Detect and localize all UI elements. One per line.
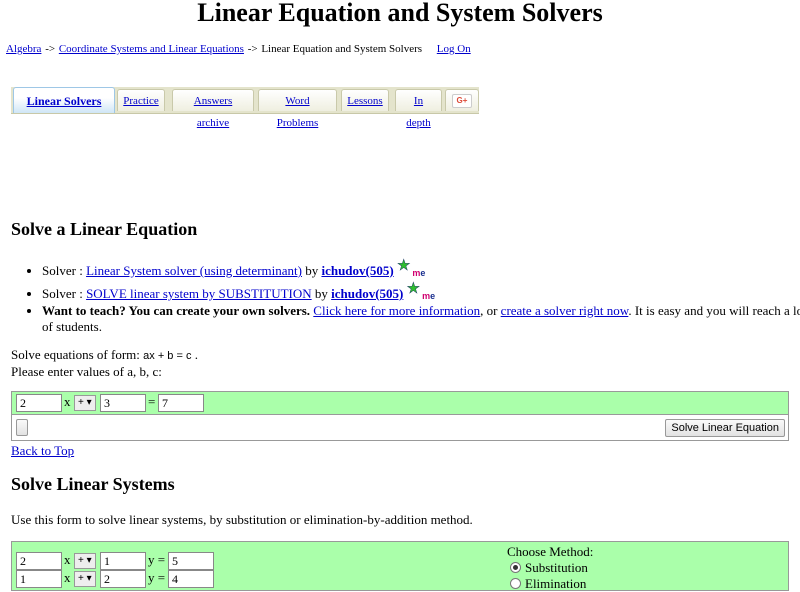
- solver-by: by: [301, 263, 322, 278]
- form-prefix: Solve equations of form:: [11, 347, 144, 362]
- solver-by: by: [311, 286, 332, 301]
- operator-value[interactable]: +: [78, 555, 84, 566]
- list-item: Want to teach? You can create your own s…: [42, 303, 800, 335]
- equals-label: =: [148, 394, 156, 409]
- solver-prefix: Solver :: [42, 263, 87, 278]
- solver-prefix: Solver :: [42, 286, 87, 301]
- row1-y-label: y =: [148, 552, 166, 567]
- tab-lessons[interactable]: Lessons: [341, 89, 389, 111]
- operator-select[interactable]: + ▾: [74, 395, 96, 411]
- row1-operator-select[interactable]: + ▾: [74, 553, 96, 569]
- breadcrumb: Algebra -> Coordinate Systems and Linear…: [6, 43, 471, 55]
- breadcrumb-link-coordinate-systems[interactable]: Coordinate Systems and Linear Equations: [59, 43, 244, 55]
- form-description: Solve equations of form: ax + b = c . Pl…: [11, 347, 198, 380]
- row1-x-label: x: [64, 552, 71, 567]
- form-instructions: Please enter values of a, b, c:: [11, 364, 162, 379]
- linear-system-form: x + ▾ y = x + ▾ y = Choose Method: Subst…: [11, 541, 789, 591]
- create-solver-link[interactable]: create a solver right now: [501, 303, 629, 318]
- row2-operator-select[interactable]: + ▾: [74, 571, 96, 587]
- method-elimination-option[interactable]: Elimination: [510, 576, 586, 592]
- breadcrumb-separator: ->: [45, 43, 56, 55]
- solve-linear-equation-button[interactable]: Solve Linear Equation: [665, 419, 785, 437]
- tab-practice[interactable]: Practice: [117, 89, 165, 111]
- blank-button[interactable]: [16, 419, 28, 436]
- me-badge-icon: me: [422, 291, 435, 301]
- more-information-link[interactable]: Click here for more information: [313, 303, 480, 318]
- row1-b-input[interactable]: [100, 552, 146, 570]
- author-link[interactable]: ichudov(505): [331, 286, 403, 301]
- coefficient-b-input[interactable]: [100, 394, 146, 412]
- teach-bold-text: Want to teach? You can create your own s…: [42, 303, 311, 318]
- row2-y-label: y =: [148, 570, 166, 585]
- method-substitution-label: Substitution: [525, 560, 588, 575]
- list-item: Solver : SOLVE linear system by SUBSTITU…: [42, 281, 800, 303]
- operator-value[interactable]: +: [78, 573, 84, 584]
- section-heading-linear-equation: Solve a Linear Equation: [11, 219, 198, 239]
- tab-in-depth[interactable]: In depth: [395, 89, 442, 129]
- choose-method-label: Choose Method:: [507, 544, 594, 559]
- tab-google-plus[interactable]: G+: [445, 89, 479, 111]
- tab-word-problems[interactable]: Word Problems: [258, 89, 337, 129]
- breadcrumb-link-algebra[interactable]: Algebra: [6, 43, 41, 55]
- author-link[interactable]: ichudov(505): [321, 263, 393, 278]
- radio-selected-icon[interactable]: [510, 562, 521, 573]
- equation-action-row: Solve Linear Equation: [11, 415, 789, 441]
- me-badge-icon: me: [412, 268, 425, 278]
- tab-label[interactable]: In depth: [406, 95, 430, 129]
- teach-mid-text: , or: [480, 303, 501, 318]
- chevron-down-icon: ▾: [86, 555, 92, 566]
- me-badge-e: e: [430, 291, 436, 301]
- form-suffix: .: [191, 347, 198, 362]
- solver-link-determinant[interactable]: Linear System solver (using determinant): [86, 263, 302, 278]
- operator-value[interactable]: +: [78, 397, 84, 408]
- section-heading-linear-systems: Solve Linear Systems: [11, 474, 175, 494]
- tab-answers-archive[interactable]: Answers archive: [172, 89, 254, 129]
- row2-a-input[interactable]: [16, 570, 62, 588]
- row2-x-label: x: [64, 570, 71, 585]
- row2-c-input[interactable]: [168, 570, 214, 588]
- chevron-down-icon: ▾: [86, 573, 92, 584]
- row1-c-input[interactable]: [168, 552, 214, 570]
- me-badge-m: m: [422, 291, 431, 301]
- star-icon: ★: [406, 281, 421, 298]
- page-title: Linear Equation and System Solvers: [197, 0, 603, 27]
- variable-x-label: x: [64, 394, 71, 409]
- breadcrumb-current: Linear Equation and System Solvers: [261, 43, 423, 55]
- back-to-top-link[interactable]: Back to Top: [11, 443, 74, 459]
- tab-label[interactable]: Linear Solvers: [27, 94, 102, 108]
- me-badge-e: e: [420, 268, 426, 278]
- radio-unselected-icon[interactable]: [510, 578, 521, 589]
- row1-a-input[interactable]: [16, 552, 62, 570]
- tab-linear-solvers[interactable]: Linear Solvers: [13, 87, 115, 113]
- list-item: Solver : Linear System solver (using det…: [42, 258, 800, 280]
- google-plus-icon[interactable]: G+: [452, 94, 472, 109]
- log-on-link[interactable]: Log On: [437, 43, 471, 55]
- row2-b-input[interactable]: [100, 570, 146, 588]
- tab-label[interactable]: Word Problems: [277, 95, 319, 129]
- formula: ax + b = c: [143, 350, 192, 362]
- coefficient-a-input[interactable]: [16, 394, 62, 412]
- systems-description: Use this form to solve linear systems, b…: [11, 512, 473, 527]
- method-elimination-label: Elimination: [525, 576, 587, 591]
- chevron-down-icon: ▾: [86, 397, 92, 408]
- solver-list: Solver : Linear System solver (using det…: [24, 258, 800, 335]
- coefficient-c-input[interactable]: [158, 394, 204, 412]
- tab-label[interactable]: Answers archive: [194, 95, 233, 129]
- star-icon: ★: [396, 258, 411, 275]
- solver-link-substitution[interactable]: SOLVE linear system by SUBSTITUTION: [86, 286, 312, 301]
- tab-label[interactable]: Practice: [123, 95, 158, 107]
- breadcrumb-separator: ->: [247, 43, 258, 55]
- equation-input-row: x + ▾ =: [11, 391, 789, 415]
- tab-label[interactable]: Lessons: [347, 95, 382, 107]
- tab-bar: Linear Solvers Practice Answers archive …: [11, 87, 479, 129]
- method-substitution-option[interactable]: Substitution: [510, 560, 588, 576]
